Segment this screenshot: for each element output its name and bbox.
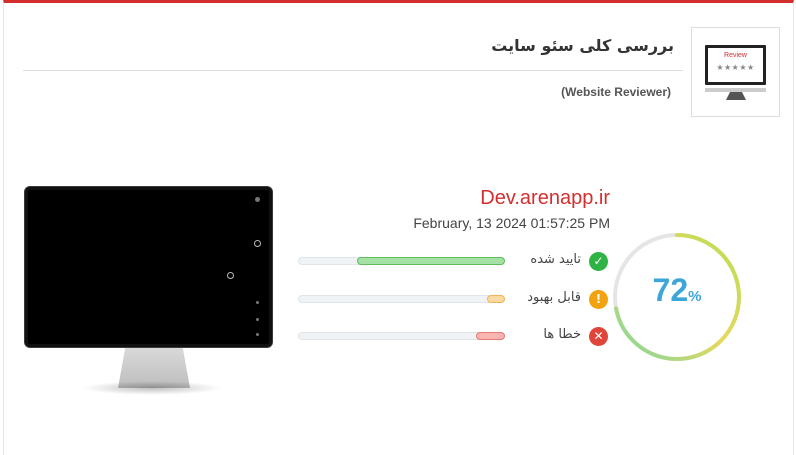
screen-sidebar [245,190,269,340]
review-thumbnail: Review ★★★★★ [691,27,780,117]
page-subtitle: (Website Reviewer) [561,85,671,99]
progress-fill [476,332,505,340]
screen-dot-icon [256,333,259,336]
score-gauge: 72% [611,231,743,363]
metric-row-errors: خطا ها ✕ [298,327,613,347]
thumbnail-label: Review [724,52,747,59]
score-unit: % [688,288,702,305]
screen-dot-icon [256,318,259,321]
metric-label: خطا ها [543,327,581,342]
review-date: February, 13 2024 01:57:25 PM [413,215,610,231]
site-url: Dev.arenapp.ir [480,187,610,209]
metric-row-passed: تایید شده ✓ [298,252,613,272]
progress-fill [486,295,505,303]
monitor-stand [726,92,746,100]
star-rating-icon: ★★★★★ [716,63,755,72]
warning-icon: ! [589,290,608,309]
seo-review-card: Review ★★★★★ بررسی کلی سئو سایت (Website… [3,0,794,455]
score-value: 72% [611,272,743,309]
progress-fill [357,257,505,265]
monitor-shadow [82,381,222,395]
screen-ring-icon [227,272,234,279]
progress-track [298,295,505,303]
metric-label: قابل بهبود [527,290,581,305]
site-screenshot-monitor [22,185,276,400]
check-icon: ✓ [589,252,608,271]
metric-row-improvable: قابل بهبود ! [298,290,613,310]
progress-track [298,257,505,265]
title-divider [23,70,683,71]
score-number: 72 [652,272,689,308]
screen-dot-icon [256,301,259,304]
monitor-icon: Review ★★★★★ [705,45,766,85]
screen-dot-icon [255,197,260,202]
monitor-base [705,88,766,92]
progress-track [298,332,505,340]
error-icon: ✕ [589,327,608,346]
screen-ring-icon [254,240,261,247]
page-title: بررسی کلی سئو سایت [491,36,674,55]
metric-label: تایید شده [530,252,581,267]
site-screenshot [24,186,273,348]
